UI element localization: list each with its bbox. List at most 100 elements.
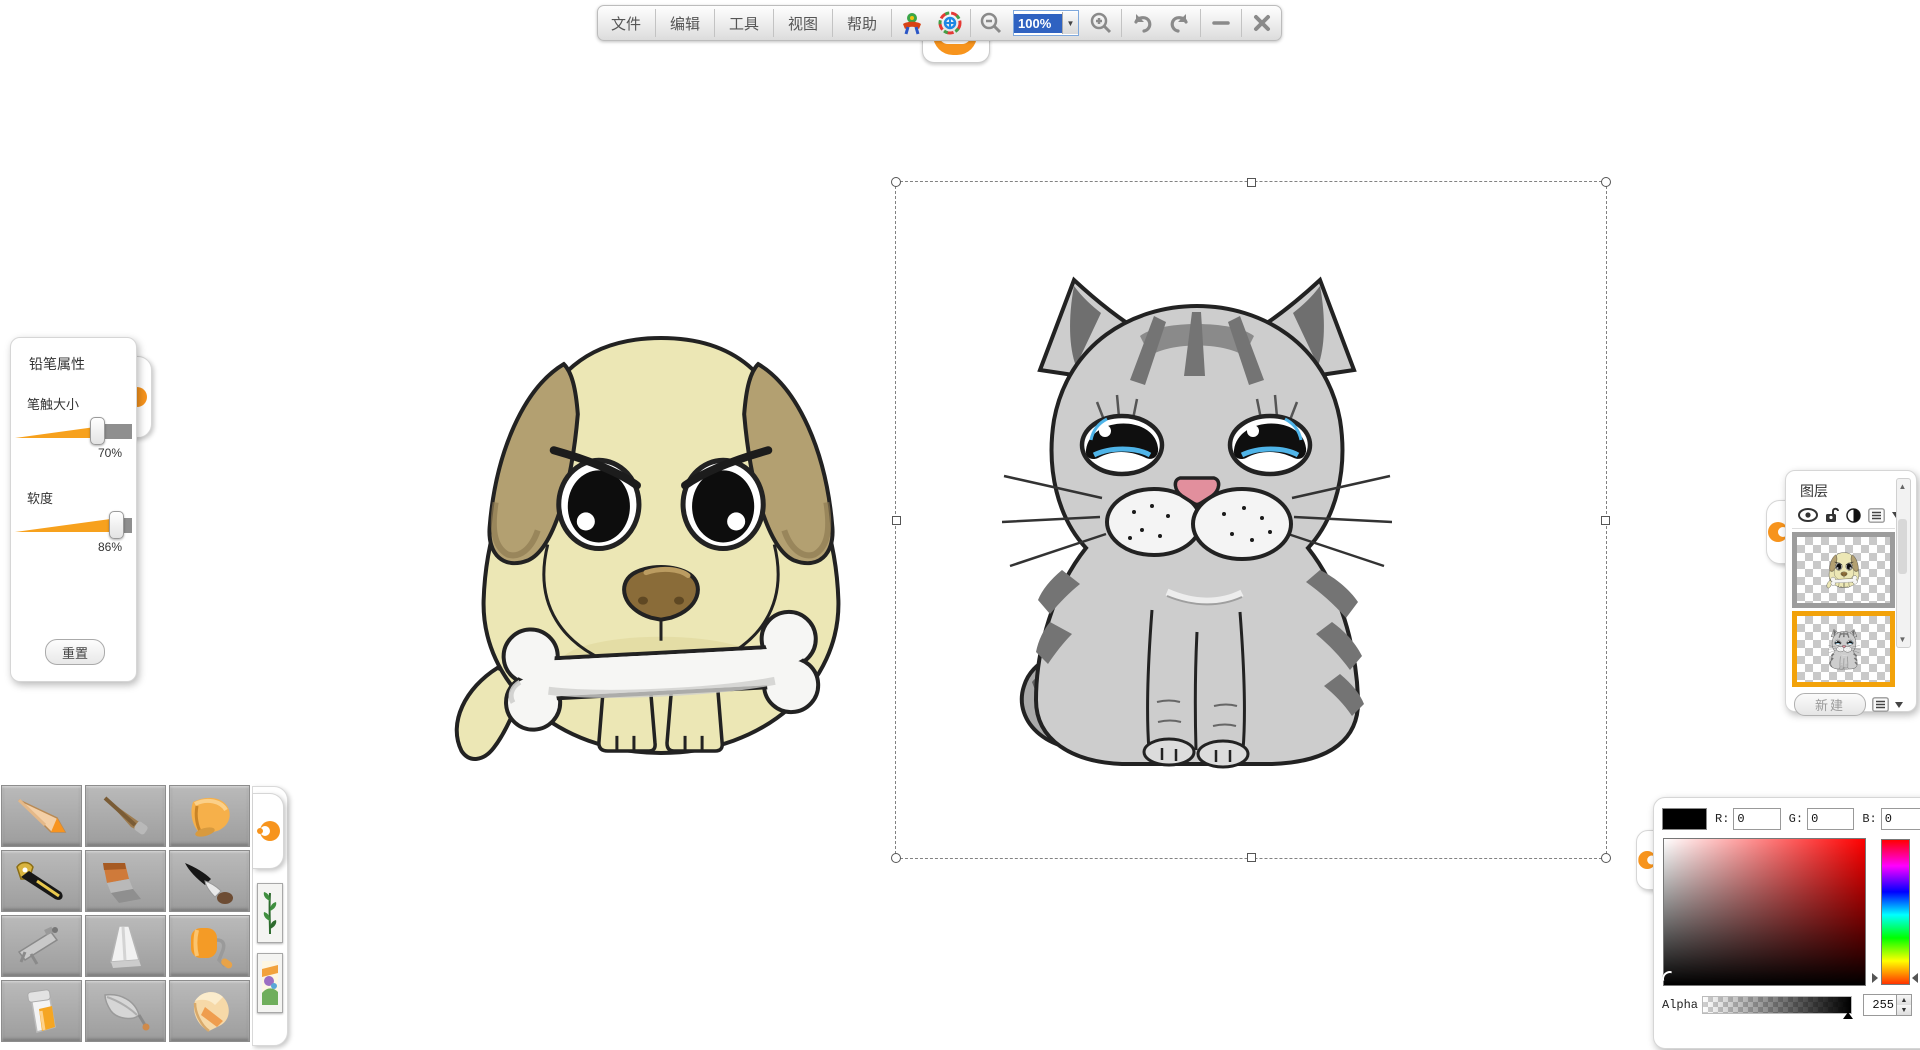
brush-tile-pencil[interactable] — [1, 785, 82, 847]
zoom-out-button[interactable] — [972, 6, 1010, 40]
menu-file[interactable]: 文件 — [598, 6, 654, 40]
softness-value: 86% — [11, 540, 122, 554]
layers-scrollbar[interactable]: ▲ ▼ — [1896, 478, 1911, 648]
sv-cursor[interactable] — [1662, 971, 1678, 987]
main-toolbar: 文件 编辑 工具 视图 帮助 100% ▼ — [597, 5, 1282, 41]
brush-palette — [0, 784, 252, 1048]
brush-tile-flat-brush[interactable] — [85, 850, 166, 912]
picture-stamp-icon — [261, 959, 279, 1007]
selection-handle-bottom-right[interactable] — [1601, 853, 1611, 863]
brush-size-label: 笔触大小 — [27, 394, 136, 413]
fountain-pen-icon — [11, 857, 73, 905]
color-wheel-icon — [938, 11, 962, 35]
menu-view[interactable]: 视图 — [775, 6, 831, 40]
scroll-down-icon[interactable]: ▼ — [1897, 635, 1908, 644]
zoom-level-value[interactable]: 100% — [1014, 14, 1062, 33]
reset-button[interactable]: 重置 — [45, 639, 105, 665]
lock-icon[interactable] — [1825, 507, 1839, 523]
color-workspace-button[interactable] — [931, 6, 969, 40]
selection-handle-middle-right[interactable] — [1601, 516, 1610, 525]
layer-item-dog[interactable] — [1792, 532, 1895, 608]
dog-drawing[interactable] — [435, 322, 887, 768]
color-picker-panel: R: 0 G: 0 B: 0 Alpha 255 ▲ ▼ — [1653, 797, 1920, 1049]
pastel-icon — [179, 792, 241, 840]
pencil-properties-panel: 铅笔属性 笔触大小 70% 软度 86% 重置 — [10, 337, 137, 682]
brush-size-slider-handle[interactable] — [90, 417, 105, 445]
brush-workspace-button[interactable] — [893, 6, 931, 40]
zoom-dropdown-button[interactable]: ▼ — [1062, 12, 1078, 34]
layer-menu-icon[interactable] — [1868, 508, 1885, 523]
layers-bottom-bar: 新建 — [1794, 693, 1916, 716]
hue-marker-right[interactable] — [1912, 973, 1918, 983]
current-color-swatch[interactable] — [1662, 808, 1707, 830]
scrollbar-thumb[interactable] — [1898, 519, 1907, 574]
undo-button[interactable] — [1123, 6, 1161, 40]
g-input[interactable]: 0 — [1807, 808, 1854, 830]
alpha-slider[interactable] — [1702, 996, 1852, 1014]
brush-tile-palette-knife[interactable] — [85, 915, 166, 977]
palette-tab[interactable] — [253, 793, 284, 869]
menu-help[interactable]: 帮助 — [834, 6, 890, 40]
scroll-up-icon[interactable]: ▲ — [1897, 482, 1908, 491]
divider — [970, 9, 971, 37]
minimize-button[interactable] — [1202, 6, 1240, 40]
divider — [832, 9, 833, 37]
zoom-in-icon — [1089, 11, 1113, 35]
selection-handle-top-left[interactable] — [891, 177, 901, 187]
layer-item-cat[interactable] — [1792, 611, 1895, 687]
saturation-value-picker[interactable] — [1663, 838, 1866, 986]
selection-handle-top-right[interactable] — [1601, 177, 1611, 187]
undo-icon — [1130, 11, 1154, 35]
brush-tile-ink-brush[interactable] — [169, 850, 250, 912]
brush-tile-eraser[interactable] — [169, 980, 250, 1042]
softness-slider-handle[interactable] — [109, 511, 124, 539]
brush-tile-leaf-knife[interactable] — [85, 980, 166, 1042]
divider — [1241, 9, 1242, 37]
brush-tile-charcoal[interactable] — [85, 785, 166, 847]
palette-knife-icon — [95, 922, 157, 970]
selection-handle-top-middle[interactable] — [1247, 178, 1256, 187]
hue-slider[interactable] — [1881, 839, 1910, 985]
zoom-in-button[interactable] — [1082, 6, 1120, 40]
selection-handle-bottom-left[interactable] — [891, 853, 901, 863]
menu-edit[interactable]: 编辑 — [657, 6, 713, 40]
flat-brush-icon — [95, 857, 157, 905]
hue-marker-left[interactable] — [1872, 973, 1878, 983]
ink-brush-icon — [179, 857, 241, 905]
brush-size-slider[interactable] — [15, 417, 132, 443]
brush-tile-paint-roller[interactable] — [169, 915, 250, 977]
spinner-up-icon[interactable]: ▲ — [1897, 995, 1911, 1005]
redo-button[interactable] — [1161, 6, 1199, 40]
divider — [714, 9, 715, 37]
eraser-icon — [179, 987, 241, 1035]
alpha-marker[interactable] — [1843, 1012, 1853, 1019]
divider — [1200, 9, 1201, 37]
selection-marquee[interactable] — [895, 181, 1607, 859]
r-label: R: — [1715, 812, 1729, 826]
selection-handle-bottom-middle[interactable] — [1247, 853, 1256, 862]
brush-tile-pastel[interactable] — [169, 785, 250, 847]
contrast-icon[interactable] — [1846, 508, 1861, 523]
picture-stamp-button[interactable] — [257, 953, 283, 1013]
alpha-value[interactable]: 255 — [1864, 995, 1896, 1015]
zoom-level-field[interactable]: 100% ▼ — [1013, 10, 1079, 36]
new-layer-button[interactable]: 新建 — [1794, 693, 1866, 716]
brush-tile-fountain-pen[interactable] — [1, 850, 82, 912]
visibility-eye-icon[interactable] — [1798, 508, 1818, 522]
plant-stamp-button[interactable] — [257, 883, 283, 943]
paint-app-window: { "toolbar": { "menus": ["文件", "编辑", "工具… — [0, 0, 1920, 1050]
brush-tile-airbrush[interactable] — [1, 915, 82, 977]
menu-tools[interactable]: 工具 — [716, 6, 772, 40]
selection-handle-middle-left[interactable] — [892, 516, 901, 525]
b-input[interactable]: 0 — [1881, 808, 1920, 830]
airbrush-icon — [11, 922, 73, 970]
divider — [655, 9, 656, 37]
close-button[interactable] — [1243, 6, 1281, 40]
g-label: G: — [1789, 812, 1803, 826]
r-input[interactable]: 0 — [1733, 808, 1780, 830]
spinner-down-icon[interactable]: ▼ — [1897, 1005, 1911, 1015]
layer-options-icon[interactable] — [1872, 697, 1889, 712]
softness-slider[interactable] — [15, 511, 132, 537]
brush-tile-paint-jar[interactable] — [1, 980, 82, 1042]
chevron-down-icon[interactable] — [1895, 702, 1903, 708]
